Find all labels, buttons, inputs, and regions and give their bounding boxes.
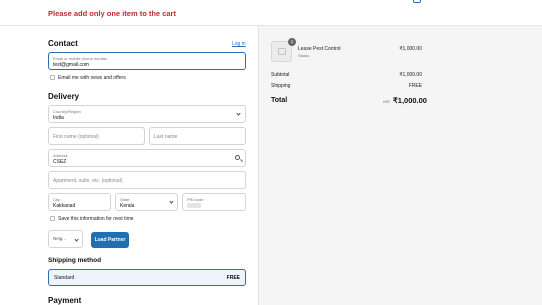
cart-error-message: Please add only one item to the cart [48,9,176,18]
state-select-value: Kerala [120,203,135,209]
city-field[interactable]: City Kakkanad [48,193,111,211]
first-name-field[interactable]: First name (optional) [48,127,145,145]
save-info-checkbox[interactable] [50,216,55,221]
image-placeholder-icon [278,48,286,55]
total-currency: INR [383,99,390,104]
email-field-value[interactable]: test@gmail.com [53,62,89,68]
store-logo-text[interactable]: ********* [48,0,88,6]
total-value: ₹1,000.00 [393,96,427,105]
product-price: ₹1,000.00 [399,46,422,52]
newsletter-label: Email me with news and offers [58,75,126,81]
address-field-value[interactable]: CSEZ [53,159,66,165]
shipping-value: FREE [408,83,422,89]
delivery-heading: Delivery [48,92,80,101]
payment-heading: Payment [48,296,82,305]
subtotal-value: ₹1,000.00 [399,72,422,78]
product-variant: Studio [298,53,310,58]
city-field-value[interactable]: Kakkanad [53,203,75,209]
country-select-label: Country/Region [53,109,81,114]
pin-code-field[interactable]: PIN code [182,193,246,211]
shipping-method-heading: Shipping method [48,257,102,264]
save-info-label: Save this information for next time [58,216,134,222]
top-header: ********* Please add only one item to th… [0,0,542,26]
subtotal-label: Subtotal [271,72,290,78]
shipping-option-standard[interactable]: Standard FREE [48,269,246,286]
chevron-down-icon [236,111,241,116]
newsletter-checkbox[interactable] [50,75,55,80]
login-link[interactable]: Log in [232,41,246,47]
pin-code-value-redacted [187,203,201,208]
first-name-placeholder: First name (optional) [53,134,99,140]
chevron-down-icon [74,237,79,242]
address-field-label: Address [53,153,68,158]
country-select-value: India [53,115,64,121]
partner-select[interactable]: Neig... [48,230,83,248]
product-name: Lease Pest Control [298,46,341,52]
pin-code-label: PIN code [187,197,204,202]
shipping-option-price: FREE [226,275,240,281]
last-name-placeholder: Last name [154,134,178,140]
total-label: Total [271,97,288,104]
search-icon[interactable] [235,155,240,160]
shopping-bag-icon[interactable] [413,0,421,3]
apartment-placeholder: Apartment, suite, etc. (optional) [53,178,123,184]
city-field-label: City [53,197,60,202]
country-select[interactable]: Country/Region India [48,105,246,123]
apartment-field[interactable]: Apartment, suite, etc. (optional) [48,171,246,189]
last-name-field[interactable]: Last name [149,127,246,145]
partner-select-label: Neig... [53,236,67,241]
email-field-label: Email or mobile phone number [53,56,108,61]
chevron-down-icon [169,199,174,204]
quantity-badge: 1 [288,38,296,46]
state-select[interactable]: State Kerala [115,193,178,211]
load-partner-button[interactable]: Load Partner [91,232,129,248]
email-field[interactable]: Email or mobile phone number test@gmail.… [48,52,246,70]
shipping-label: Shipping [271,83,291,89]
contact-heading: Contact [48,39,78,48]
shipping-option-label: Standard [54,275,75,281]
address-field[interactable]: Address CSEZ [48,149,246,167]
order-summary-panel [258,26,542,305]
state-select-label: State [120,197,130,202]
